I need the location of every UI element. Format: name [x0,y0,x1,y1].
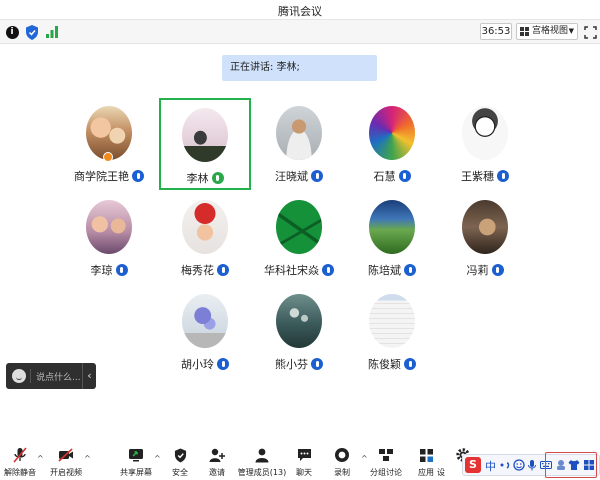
participant-name: 石慧 [373,170,396,183]
shield-icon[interactable] [24,24,40,40]
emoji-icon[interactable] [12,369,26,383]
participant-tile[interactable]: 冯莉 [439,190,531,282]
breakout-rooms-icon [378,447,394,463]
ime-highlight-frame [545,452,597,478]
meeting-toolbar: i 36:53 宫格视图 ▼ [0,20,600,44]
participant-tile[interactable]: 陈俊颖 [346,284,438,376]
microphone-icon [311,358,323,370]
participant-tile[interactable]: 石慧 [346,96,438,188]
view-mode-dropdown[interactable]: 宫格视图 ▼ [516,23,578,40]
avatar [369,294,415,348]
participant-name: 陈俊颖 [368,358,401,371]
participant-name: 李林 [186,172,209,185]
microphone-icon [398,170,411,182]
avatar [462,200,508,254]
share-screen-icon [128,447,144,463]
microphone-muted-icon [12,447,28,463]
avatar [182,200,228,254]
microphone-icon [491,264,504,276]
microphone-icon [115,264,128,276]
record-icon [334,447,350,463]
invite-button[interactable]: 邀请 [197,440,237,480]
comment-input[interactable]: 说点什么... ‹ [6,363,96,389]
participant-tile[interactable]: 王紫穗 [439,96,531,188]
participant-tile[interactable]: 陈培斌 [346,190,438,282]
grid-icon [520,27,529,36]
chat-bubble-icon [296,447,312,463]
participant-tile[interactable]: 汪晓斌 [253,96,345,188]
host-badge-icon [103,152,113,162]
participant-tile[interactable]: 李琼 [63,190,155,282]
voice-input-icon[interactable] [526,459,538,471]
collapse-chevron-icon[interactable]: ‹ [82,363,96,389]
speaking-banner: 正在讲话: 李林; [222,55,377,81]
avatar [276,294,322,348]
shield-icon [172,447,188,463]
participant-tile[interactable]: 华科社宋焱 [253,190,345,282]
participant-name: 陈培斌 [368,264,401,277]
participant-tile-active-speaker[interactable]: 李林 [159,98,251,190]
ime-language-toggle[interactable]: 中 [485,458,496,474]
microphone-icon [497,170,509,182]
participant-name: 华科社宋焱 [264,264,319,277]
start-video-label: 开启视频 [50,468,82,477]
unmute-button[interactable]: 解除静音 [0,440,40,480]
view-mode-label: 宫格视图 [532,26,569,36]
video-options-chevron-icon[interactable]: ^ [84,454,91,463]
title-bar: 腾讯会议 [0,0,600,20]
camera-off-icon [58,447,74,463]
avatar [182,294,228,348]
avatar [182,108,228,162]
participant-tile[interactable]: 熊小芬 [253,284,345,376]
participant-name: 梅秀花 [181,264,214,277]
apps-grid-icon [418,447,434,463]
window-title: 腾讯会议 [278,5,322,18]
fullscreen-icon[interactable] [582,24,598,40]
emoji-icon[interactable] [513,459,525,471]
add-user-icon [209,447,225,463]
microphone-speaking-icon [211,172,224,184]
microphone-icon [311,170,323,182]
avatar [369,200,415,254]
participant-name: 商学院王艳 [74,170,129,183]
microphone-icon [217,264,229,276]
sogou-logo-icon: S [465,457,481,473]
participant-name: 冯莉 [466,264,489,277]
microphone-icon [217,358,229,370]
members-icon [254,447,270,463]
comment-placeholder: 说点什么... [36,373,81,383]
microphone-icon [404,358,416,370]
comment-divider [30,369,31,383]
start-video-button[interactable]: 开启视频 [46,440,86,480]
avatar [276,200,322,254]
punctuation-icon[interactable] [499,459,511,471]
info-icon[interactable]: i [4,24,20,40]
avatar [369,106,415,160]
participant-name: 熊小芬 [275,358,308,371]
chevron-down-icon: ▼ [568,27,574,35]
share-screen-button[interactable]: 共享屏幕 [116,440,156,480]
record-button[interactable]: 录制 [322,440,362,480]
audio-options-chevron-icon[interactable]: ^ [37,454,44,463]
participant-tile[interactable]: 胡小玲 [159,284,251,376]
microphone-icon [404,264,416,276]
avatar [462,106,508,160]
network-signal-icon[interactable] [44,24,60,40]
participant-name: 王紫穗 [461,170,494,183]
participant-name: 李琼 [90,264,113,277]
avatar [276,106,322,160]
meeting-timer: 36:53 [480,23,512,40]
participant-name: 胡小玲 [181,358,214,371]
participant-tile[interactable]: 商学院王艳 [63,96,155,188]
participant-tile[interactable]: 梅秀花 [159,190,251,282]
microphone-icon [132,170,144,182]
settings-label: 设 [437,468,445,477]
participant-name: 汪晓斌 [275,170,308,183]
microphone-icon [322,264,334,276]
avatar [86,200,132,254]
